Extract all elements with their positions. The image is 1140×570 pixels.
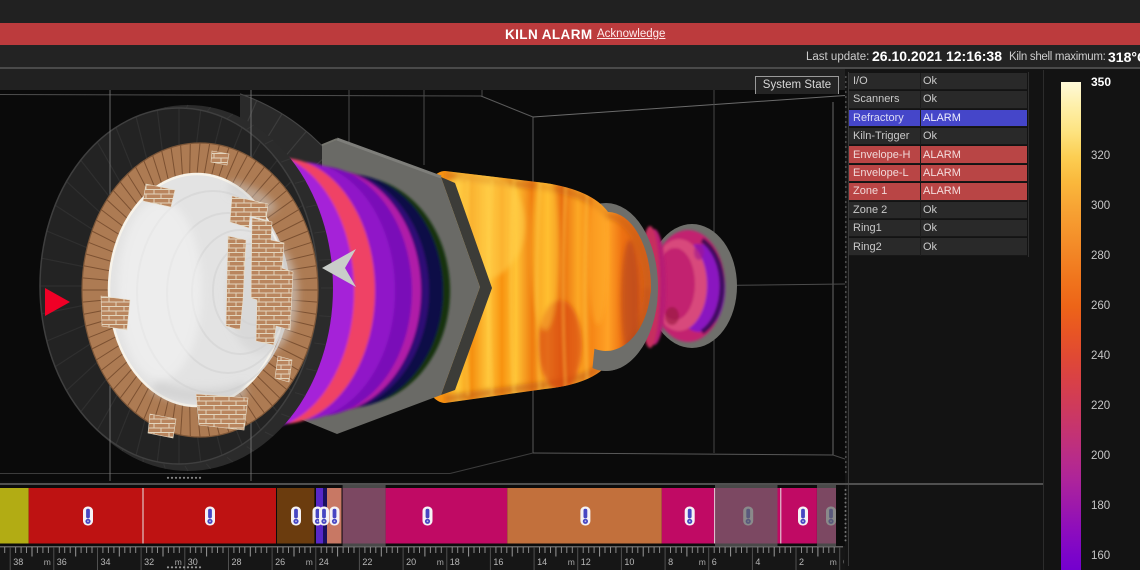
svg-text:28: 28 [232,557,242,567]
svg-text:20: 20 [406,557,416,567]
svg-text:m: m [568,557,575,567]
svg-text:34: 34 [101,557,111,567]
svg-text:12: 12 [581,557,591,567]
svg-text:14: 14 [537,557,547,567]
svg-text:6: 6 [712,557,717,567]
svg-text:32: 32 [144,557,154,567]
svg-text:m: m [699,557,706,567]
svg-text:24: 24 [319,557,329,567]
svg-text:8: 8 [668,557,673,567]
svg-text:m: m [175,557,182,567]
svg-text:10: 10 [624,557,634,567]
svg-text:26: 26 [275,557,285,567]
svg-text:m: m [830,557,837,567]
svg-text:2: 2 [799,557,804,567]
svg-text:m: m [306,557,313,567]
svg-text:0: 0 [843,557,848,567]
svg-text:22: 22 [362,557,372,567]
svg-text:16: 16 [493,557,503,567]
svg-text:4: 4 [755,557,760,567]
svg-text:36: 36 [57,557,67,567]
svg-text:30: 30 [188,557,198,567]
svg-text:18: 18 [450,557,460,567]
svg-text:m: m [437,557,444,567]
svg-text:m: m [44,557,51,567]
svg-text:38: 38 [13,557,23,567]
